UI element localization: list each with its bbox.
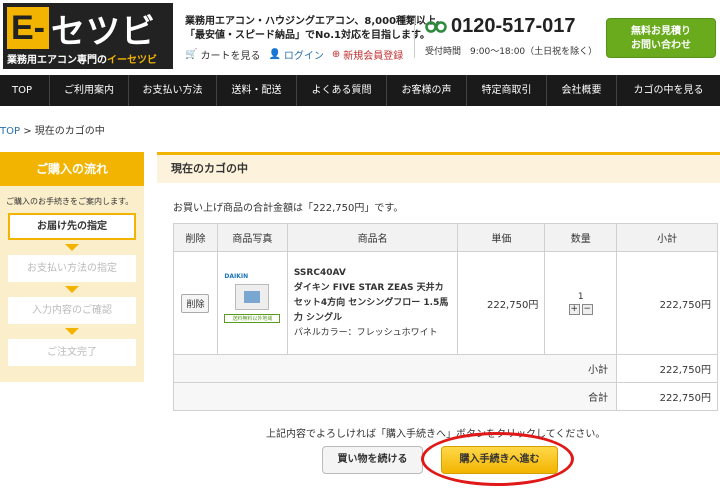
breadcrumb-current: 現在のカゴの中: [34, 126, 105, 137]
table-row: 削除 DAIKIN 送料無料以外地域 SSRC40AV ダイキン FIVE ST…: [173, 251, 718, 355]
register-link-label: 新規会員登録: [343, 51, 404, 62]
tagline-line-1: 業務用エアコン・ハウジングエアコン、8,000種類以上。: [185, 16, 447, 27]
nav-top[interactable]: TOP: [0, 75, 50, 106]
user-icon: 👤: [268, 49, 281, 60]
product-title[interactable]: ダイキン FIVE STAR ZEAS 天井カセット4方向 センシングフロー 1…: [294, 281, 452, 326]
step-payment: お支払い方法の指定: [8, 255, 136, 282]
phone-number[interactable]: 0120-517-017: [451, 15, 576, 38]
nav-guide[interactable]: ご利用案内: [50, 75, 129, 106]
product-color: パネルカラー：フレッシュホワイト: [293, 327, 438, 338]
proceed-instruction: 上記内容でよろしければ「購入手続きへ」ボタンをクリックしてください。: [266, 429, 606, 440]
subtotal-row: 小計 222,750円: [172, 354, 718, 383]
total-value: 222,750円: [616, 382, 718, 411]
sidebar-title: ご購入の流れ: [0, 152, 144, 186]
register-icon: ⊕: [331, 49, 341, 60]
total-summary: お買い上げ商品の合計金額は「222,750円」です。: [173, 203, 404, 214]
col-image: 商品写真: [216, 223, 288, 252]
purchase-flow-sidebar: ご購入の流れ ご購入のお手続きをご案内します。 お届け先の指定 お支払い方法の指…: [0, 152, 144, 382]
nav-payment[interactable]: お支払い方法: [129, 75, 217, 106]
subtotal-value: 222,750円: [616, 354, 718, 383]
product-brand: DAIKIN: [224, 273, 249, 280]
col-subtotal: 小計: [616, 223, 718, 252]
step-complete: ご注文完了: [8, 339, 136, 366]
phone-block: 0120-517-017: [425, 15, 576, 38]
step-arrow-icon: [65, 286, 79, 293]
tagline-line-2: 「最安値・スピード納品」でNo.1対応を目指します。: [185, 30, 430, 41]
aircon-unit-icon: [235, 284, 270, 310]
unit-price: 222,750円: [457, 251, 546, 355]
total-label: 合計: [172, 382, 618, 411]
col-delete: 削除: [173, 223, 218, 252]
logo-subtitle: 業務用エアコン専門のイーセツビ: [3, 53, 173, 69]
freedial-icon: [425, 20, 447, 33]
breadcrumb: TOP > 現在のカゴの中: [0, 122, 105, 137]
product-code: SSRC40AV: [293, 267, 346, 278]
cart-link[interactable]: 🛒 カートを見る: [185, 47, 260, 62]
site-header: E- セツビ 業務用エアコン専門のイーセツビ 業務用エアコン・ハウジングエアコン…: [0, 0, 720, 75]
product-image[interactable]: DAIKIN 送料無料以外地域: [224, 273, 281, 333]
cart-icon: 🛒: [185, 49, 198, 60]
image-cell: DAIKIN 送料無料以外地域: [216, 251, 288, 355]
main-nav: TOP ご利用案内 お支払い方法 送料・配送 よくある質問 お客様の声 特定商取…: [0, 75, 720, 106]
breadcrumb-home[interactable]: TOP: [0, 126, 20, 137]
qty-value: 1: [577, 291, 584, 302]
login-link[interactable]: 👤 ログイン: [268, 47, 323, 62]
line-subtotal: 222,750円: [616, 251, 718, 355]
breadcrumb-separator: >: [20, 126, 35, 137]
col-name: 商品名: [286, 223, 459, 252]
sidebar-intro: ご購入のお手続きをご案内します。: [6, 197, 134, 206]
plus-icon[interactable]: +: [568, 303, 580, 315]
login-link-label: ログイン: [283, 51, 324, 62]
total-row: 合計 222,750円: [172, 382, 718, 411]
highlight-circle: [421, 432, 574, 486]
contact-button-line-2: お問い合わせ: [631, 40, 691, 51]
continue-shopping-button[interactable]: 買い物を続ける: [322, 446, 423, 474]
col-price: 単価: [457, 223, 546, 252]
business-hours: 受付時間 9:00～18:00（土日祝を除く）: [425, 47, 598, 57]
minus-icon[interactable]: −: [581, 303, 593, 315]
cart-table: 削除 商品写真 商品名 単価 数量 小計 削除 DAIKIN 送料無料以外地域 …: [172, 223, 718, 411]
qty-controls: + −: [545, 303, 616, 315]
subtotal-label: 小計: [172, 354, 618, 383]
header-links: 🛒 カートを見る 👤 ログイン ⊕ 新規会員登録: [185, 47, 403, 62]
tagline: 業務用エアコン・ハウジングエアコン、8,000種類以上。 「最安値・スピード納品…: [185, 15, 446, 43]
logo-wordmark: セツビ: [51, 12, 156, 51]
contact-button-line-1: 無料お見積り: [631, 26, 691, 37]
logo-subtitle-brand: イーセツビ: [107, 55, 157, 66]
logo-subtitle-text: 業務用エアコン専門の: [7, 55, 107, 66]
cart-link-label: カートを見る: [200, 51, 261, 62]
page-title: 現在のカゴの中: [157, 152, 720, 183]
nav-shipping[interactable]: 送料・配送: [217, 75, 297, 106]
header-divider: [414, 18, 415, 58]
nav-legal[interactable]: 特定商取引: [467, 75, 547, 106]
table-header-row: 削除 商品写真 商品名 単価 数量 小計: [173, 223, 718, 252]
shipping-badge: 送料無料以外地域: [224, 314, 281, 323]
step-confirm: 入力内容のご確認: [8, 297, 136, 324]
step-arrow-icon: [65, 244, 79, 251]
nav-view-cart[interactable]: カゴの中を見る: [617, 75, 720, 106]
step-arrow-icon: [65, 328, 79, 335]
site-logo[interactable]: E- セツビ 業務用エアコン専門のイーセツビ: [3, 3, 173, 69]
register-link[interactable]: ⊕ 新規会員登録: [332, 47, 403, 62]
name-cell: SSRC40AV ダイキン FIVE STAR ZEAS 天井カセット4方向 セ…: [286, 251, 459, 355]
delete-cell: 削除: [173, 251, 218, 355]
nav-company[interactable]: 会社概要: [547, 75, 617, 106]
logo-e-mark: E-: [7, 7, 49, 49]
qty-cell: 1 + −: [544, 251, 618, 355]
col-qty: 数量: [544, 223, 618, 252]
nav-faq[interactable]: よくある質問: [297, 75, 387, 106]
step-delivery: お届け先の指定: [8, 213, 136, 240]
delete-button[interactable]: 削除: [181, 293, 210, 313]
contact-button[interactable]: 無料お見積り お問い合わせ: [606, 18, 716, 58]
nav-reviews[interactable]: お客様の声: [387, 75, 467, 106]
